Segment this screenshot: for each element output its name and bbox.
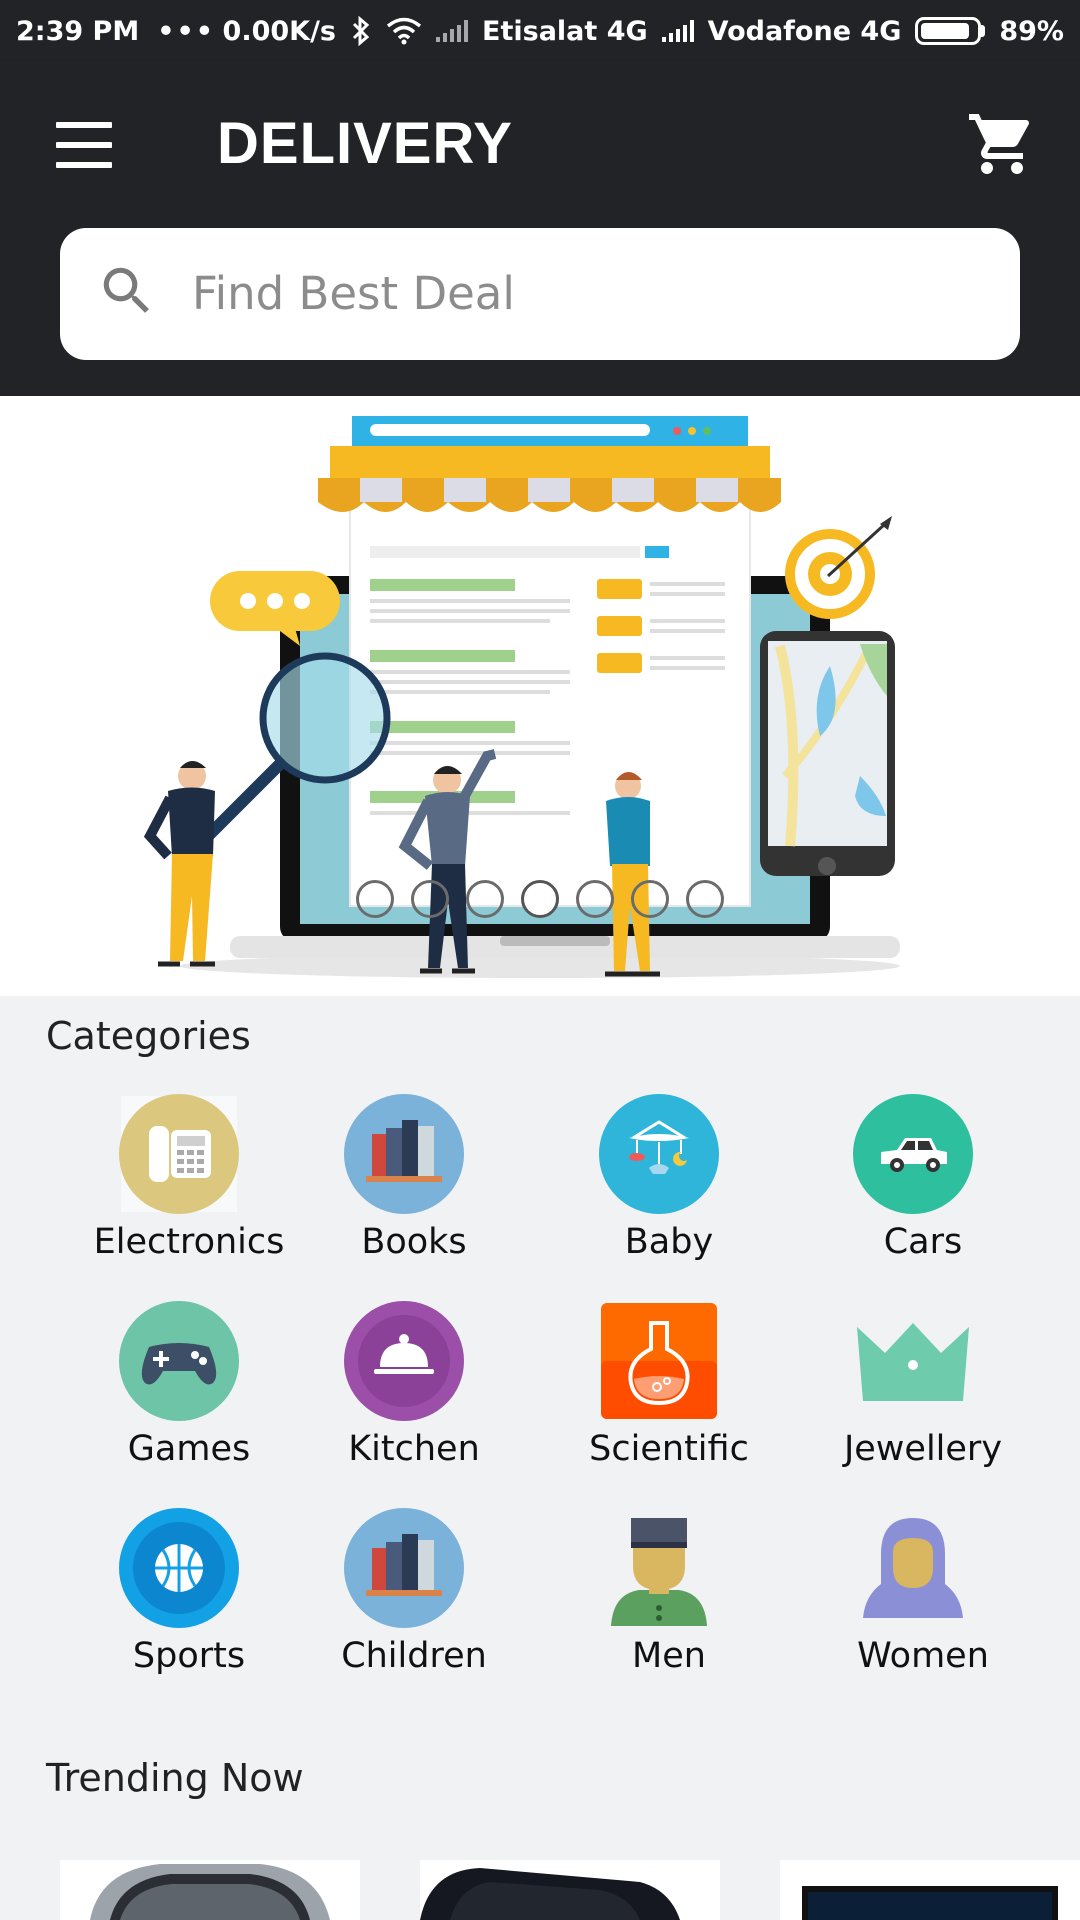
shoe-image xyxy=(420,1868,680,1920)
cart-button[interactable] xyxy=(966,108,1038,180)
search-bar[interactable] xyxy=(60,228,1020,360)
category-label: Games xyxy=(127,1429,251,1469)
trending-item-laptop[interactable] xyxy=(780,1860,1080,1920)
carrier-2: Vodafone 4G xyxy=(707,15,902,47)
man-avatar-icon xyxy=(611,1518,707,1626)
signal-icon-2 xyxy=(661,20,694,42)
battery-percent: 89% xyxy=(999,15,1064,47)
app-title: DELIVERY xyxy=(217,111,513,176)
category-baby[interactable]: Baby xyxy=(554,1094,784,1284)
telephone-icon xyxy=(119,1094,239,1214)
banner-dot-2[interactable] xyxy=(411,880,449,918)
status-bar: 2:39 PM ••• 0.00K/s Etisalat 4G Vodafone… xyxy=(0,0,1080,62)
category-cars[interactable]: Cars xyxy=(808,1094,1038,1284)
category-label: Kitchen xyxy=(348,1429,480,1469)
category-women[interactable]: Women xyxy=(808,1508,1038,1698)
books-icon xyxy=(344,1508,464,1628)
woman-avatar-icon xyxy=(863,1518,963,1618)
baby-mobile-icon xyxy=(599,1094,719,1214)
category-label: Sports xyxy=(132,1636,246,1676)
network-speed: 0.00K/s xyxy=(222,15,337,47)
category-label: Scientific xyxy=(589,1429,749,1469)
category-electronics[interactable]: Electronics xyxy=(74,1094,304,1284)
app-bar: DELIVERY xyxy=(0,62,1080,396)
category-label: Children xyxy=(341,1636,487,1676)
banner-dot-7[interactable] xyxy=(686,880,724,918)
category-kitchen[interactable]: Kitchen xyxy=(299,1301,529,1491)
categories-title: Categories xyxy=(46,1014,251,1058)
category-label: Electronics xyxy=(93,1222,285,1262)
bluetooth-icon xyxy=(352,16,370,46)
cart-icon xyxy=(969,114,1030,174)
signal-icon-1 xyxy=(436,20,469,42)
category-label: Women xyxy=(857,1636,989,1676)
banner-dot-4[interactable] xyxy=(521,880,559,918)
category-sports[interactable]: Sports xyxy=(74,1508,304,1698)
trending-title: Trending Now xyxy=(46,1756,304,1800)
banner-dot-3[interactable] xyxy=(466,880,504,918)
books-icon xyxy=(344,1094,464,1214)
status-time: 2:39 PM xyxy=(16,15,140,47)
category-children[interactable]: Children xyxy=(299,1508,529,1698)
category-scientific[interactable]: Scientific xyxy=(554,1301,784,1491)
category-books[interactable]: Books xyxy=(299,1094,529,1284)
category-label: Jewellery xyxy=(843,1429,1003,1469)
banner-pager xyxy=(356,880,724,918)
category-label: Baby xyxy=(624,1222,714,1262)
car-icon xyxy=(853,1094,973,1214)
category-men[interactable]: Men xyxy=(554,1508,784,1698)
battery-icon xyxy=(915,17,986,45)
category-label: Cars xyxy=(883,1222,963,1262)
watch-image xyxy=(90,1864,330,1920)
banner-dot-5[interactable] xyxy=(576,880,614,918)
category-label: Men xyxy=(632,1636,706,1676)
trending-item-shoe[interactable] xyxy=(420,1860,720,1920)
menu-button[interactable] xyxy=(56,122,114,168)
banner-dot-6[interactable] xyxy=(631,880,669,918)
banner-dot-1[interactable] xyxy=(356,880,394,918)
category-jewellery[interactable]: Jewellery xyxy=(808,1301,1038,1491)
wifi-icon xyxy=(386,17,422,45)
status-more-dots: ••• xyxy=(157,15,215,47)
crown-icon xyxy=(857,1323,969,1401)
search-input[interactable] xyxy=(190,258,990,328)
category-games[interactable]: Games xyxy=(74,1301,304,1491)
laptop-image xyxy=(802,1886,1058,1920)
carrier-1: Etisalat 4G xyxy=(482,15,648,47)
search-icon xyxy=(103,267,149,313)
flask-icon xyxy=(601,1303,717,1419)
basketball-icon xyxy=(119,1508,239,1628)
trending-item-watch[interactable] xyxy=(60,1860,360,1920)
cloche-icon xyxy=(344,1301,464,1421)
category-label: Books xyxy=(361,1222,467,1262)
gamepad-icon xyxy=(119,1301,239,1421)
